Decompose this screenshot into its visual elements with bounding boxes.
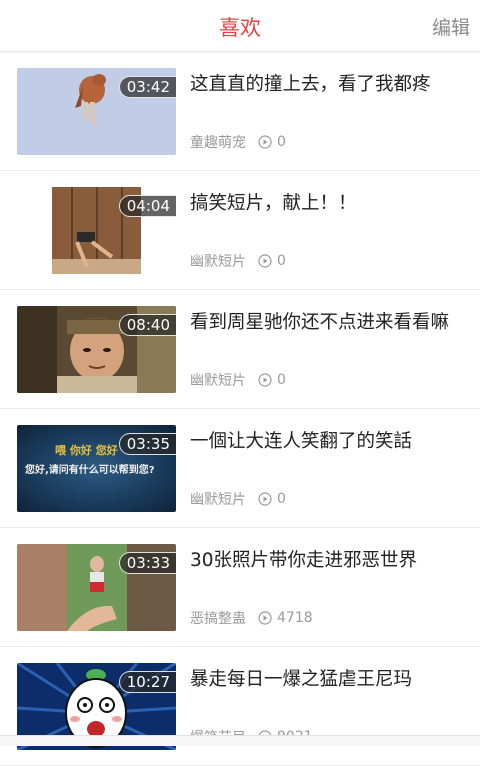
video-title[interactable]: 30张照片带你走进邪恶世界 [190, 548, 466, 574]
favorites-list: 03:42 这直直的撞上去，看了我都疼 童趣萌宠 0 04:04 搞笑短片，献上… [0, 52, 480, 766]
video-category: 幽默短片 [190, 373, 246, 389]
duration-badge: 03:33 [118, 552, 176, 574]
duration-badge: 03:42 [118, 76, 176, 98]
play-count-icon [258, 373, 272, 387]
video-thumbnail[interactable]: 喂 你好 您好 您好,请问有什么可以帮到您? 03:35 [17, 425, 176, 512]
video-category: 幽默短片 [190, 492, 246, 508]
list-item[interactable]: 03:42 这直直的撞上去，看了我都疼 童趣萌宠 0 [0, 52, 480, 171]
video-category: 童趣萌宠 [190, 135, 246, 151]
video-meta: 幽默短片 0 [190, 251, 286, 271]
play-count: 0 [277, 491, 286, 507]
video-thumbnail[interactable]: 08:40 [17, 306, 176, 393]
video-meta: 幽默短片 0 [190, 370, 286, 390]
play-count-icon [258, 611, 272, 625]
video-title[interactable]: 搞笑短片，献上！！ [190, 191, 466, 217]
video-category: 幽默短片 [190, 254, 246, 270]
duration-badge: 08:40 [118, 314, 176, 336]
top-bar: 喜欢 编辑 [0, 0, 480, 52]
duration-badge: 10:27 [118, 671, 176, 693]
play-count: 0 [277, 134, 286, 150]
list-item[interactable]: 03:33 30张照片带你走进邪恶世界 恶搞整蛊 4718 [0, 528, 480, 647]
duration-badge: 04:04 [118, 195, 176, 217]
list-item[interactable]: 喂 你好 您好 您好,请问有什么可以帮到您? 03:35 一個让大连人笑翻了的笑… [0, 409, 480, 528]
thumbnail-subtitle-line1: 喂 你好 您好 [55, 444, 118, 457]
video-title[interactable]: 暴走每日一爆之猛虐王尼玛 [190, 667, 466, 693]
play-count: 0 [277, 372, 286, 388]
video-meta: 童趣萌宠 0 [190, 132, 286, 152]
video-meta: 恶搞整蛊 4718 [190, 608, 313, 628]
list-item[interactable]: 08:40 看到周星驰你还不点进来看看嘛 幽默短片 0 [0, 290, 480, 409]
video-title[interactable]: 看到周星驰你还不点进来看看嘛 [190, 310, 466, 336]
video-title[interactable]: 一個让大连人笑翻了的笑話 [190, 429, 466, 455]
video-thumbnail[interactable]: 03:33 [17, 544, 176, 631]
bottom-bar-edge [0, 735, 480, 746]
play-count-icon [258, 492, 272, 506]
video-thumbnail[interactable]: 03:42 [17, 68, 176, 155]
play-count: 0 [277, 253, 286, 269]
play-count-icon [258, 254, 272, 268]
video-category: 恶搞整蛊 [190, 611, 246, 627]
thumbnail-subtitle-line2: 您好,请问有什么可以帮到您? [25, 465, 155, 476]
video-meta: 幽默短片 0 [190, 489, 286, 509]
video-title[interactable]: 这直直的撞上去，看了我都疼 [190, 72, 466, 98]
edit-button[interactable]: 编辑 [432, 13, 470, 40]
play-count-icon [258, 135, 272, 149]
play-count: 4718 [277, 610, 313, 626]
video-thumbnail[interactable]: 04:04 [17, 187, 176, 274]
list-item[interactable]: 10:27 暴走每日一爆之猛虐王尼玛 爆笑节目 9021 [0, 647, 480, 766]
duration-badge: 03:35 [118, 433, 176, 455]
page-title: 喜欢 [219, 16, 261, 40]
list-item[interactable]: 04:04 搞笑短片，献上！！ 幽默短片 0 [0, 171, 480, 290]
